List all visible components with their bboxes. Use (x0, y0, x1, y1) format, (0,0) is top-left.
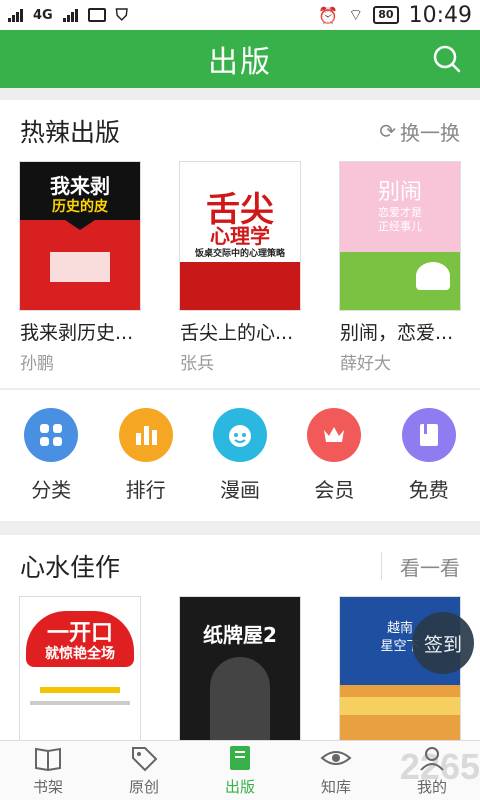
divider (0, 521, 480, 535)
cover-title: 我来剥 (50, 174, 110, 198)
top-spacer (0, 88, 480, 100)
main-content[interactable]: 热辣出版 ⟳ 换一换 我来剥 历史的皮 我来剥历史... 孙鹏 舌尖 心理学 饭… (0, 88, 480, 740)
tag-icon (132, 747, 158, 772)
bookshelf-icon (35, 747, 61, 772)
face-icon (212, 408, 267, 462)
tab-label: 知库 (320, 778, 351, 796)
grid-icon (24, 408, 79, 462)
book-item[interactable]: 纸牌屋2 (180, 597, 300, 740)
status-bar-right: ⏰ ⌔ 80 10:49 (318, 3, 472, 28)
tab-bookshelf[interactable]: 书架 (0, 741, 96, 800)
book-title: 舌尖上的心... (180, 322, 294, 344)
status-bar: 4G ⛉ ⏰ ⌔ 80 10:49 (0, 0, 480, 30)
book-icon (401, 408, 456, 462)
cover-subtitle: 历史的皮 (52, 199, 108, 215)
battery-icon: 80 (373, 6, 399, 24)
tab-label: 书架 (32, 778, 63, 796)
book-cover[interactable]: 一开口 就惊艳全场 (20, 597, 140, 740)
category-classify[interactable]: 分类 (11, 408, 91, 503)
cover-title: 纸牌屋2 (203, 623, 277, 647)
refresh-icon: ⟳ (379, 119, 396, 143)
category-comics[interactable]: 漫画 (200, 408, 280, 503)
eye-icon (320, 751, 352, 765)
signal-icon-2 (62, 8, 78, 22)
category-label: 漫画 (219, 478, 260, 502)
see-more-button[interactable]: 看一看 (381, 552, 460, 581)
network-label: 4G (33, 7, 53, 23)
book-cover[interactable]: 舌尖 心理学 饭桌交际中的心理策略 (180, 162, 300, 310)
category-label: 排行 (125, 478, 166, 502)
section-header: 心水佳作 看一看 (0, 535, 480, 597)
book-item[interactable]: 别闹 恋爱才是 正经事儿 别闹，恋爱... 薛好大 (340, 162, 460, 388)
book-item[interactable]: 舌尖 心理学 饭桌交际中的心理策略 舌尖上的心... 张兵 (180, 162, 300, 388)
book-author: 张兵 (180, 354, 214, 374)
image-icon (87, 8, 106, 22)
category-bar: 分类 排行 漫画 会员 免费 (0, 390, 480, 521)
tab-label: 原创 (128, 778, 159, 796)
bar-chart-icon (118, 408, 173, 462)
category-label: 分类 (31, 478, 72, 502)
bottom-tab-bar: 书架 原创 出版 知库 我的 2265 (0, 740, 480, 800)
book-title: 别闹，恋爱... (340, 322, 454, 344)
section-title: 热辣出版 (20, 118, 121, 147)
tab-knowledge[interactable]: 知库 (288, 741, 384, 800)
refresh-button[interactable]: ⟳ 换一换 (379, 117, 460, 146)
category-label: 免费 (408, 478, 449, 502)
book-title: 我来剥历史... (20, 322, 134, 344)
search-icon[interactable] (432, 44, 462, 74)
category-free[interactable]: 免费 (389, 408, 469, 503)
section-title: 心水佳作 (20, 553, 121, 582)
crown-icon (307, 408, 362, 462)
book-item[interactable]: 一开口 就惊艳全场 (20, 597, 140, 740)
wifi-icon: ⌔ (348, 5, 364, 24)
book-author: 孙鹏 (20, 354, 54, 374)
cover-tagline: 饭桌交际中的心理策略 (194, 249, 285, 259)
refresh-label: 换一换 (400, 120, 460, 145)
sign-in-button[interactable]: 签到 (412, 612, 474, 674)
category-membership[interactable]: 会员 (294, 408, 374, 503)
status-bar-left: 4G ⛉ (8, 5, 128, 25)
book-list: 我来剥 历史的皮 我来剥历史... 孙鹏 舌尖 心理学 饭桌交际中的心理策略 舌… (0, 162, 480, 388)
cover-tagline: 正经事儿 (378, 220, 422, 233)
tab-original[interactable]: 原创 (96, 741, 192, 800)
recommended-section: 心水佳作 看一看 一开口 就惊艳全场 纸牌屋2 越南 星空下 (0, 535, 480, 740)
book-list: 一开口 就惊艳全场 纸牌屋2 越南 星空下 (0, 597, 480, 740)
book-cover[interactable]: 别闹 恋爱才是 正经事儿 (340, 162, 460, 310)
book-icon (230, 746, 250, 770)
see-more-label: 看一看 (400, 555, 460, 580)
cover-title: 别闹 (377, 180, 422, 205)
tab-label: 出版 (224, 778, 255, 796)
action-divider (381, 552, 382, 580)
cover-subtitle: 心理学 (210, 224, 270, 248)
signal-icon (8, 8, 23, 22)
category-label: 会员 (314, 478, 355, 502)
book-item[interactable]: 我来剥 历史的皮 我来剥历史... 孙鹏 (20, 162, 140, 388)
book-cover[interactable]: 我来剥 历史的皮 (20, 162, 140, 310)
tab-publish[interactable]: 出版 (192, 741, 288, 800)
shield-icon: ⛉ (115, 5, 128, 24)
clock: 10:49 (408, 2, 472, 28)
book-cover[interactable]: 纸牌屋2 (180, 597, 300, 740)
watermark: 2265 (399, 746, 480, 787)
book-author: 薛好大 (340, 354, 391, 374)
page-title: 出版 (208, 45, 272, 80)
section-header: 热辣出版 ⟳ 换一换 (0, 100, 480, 162)
hot-publications-section: 热辣出版 ⟳ 换一换 我来剥 历史的皮 我来剥历史... 孙鹏 舌尖 心理学 饭… (0, 100, 480, 388)
category-ranking[interactable]: 排行 (106, 408, 186, 503)
alarm-icon: ⏰ (318, 5, 339, 25)
app-header: 出版 (0, 30, 480, 88)
cover-subtitle: 就惊艳全场 (45, 646, 115, 662)
